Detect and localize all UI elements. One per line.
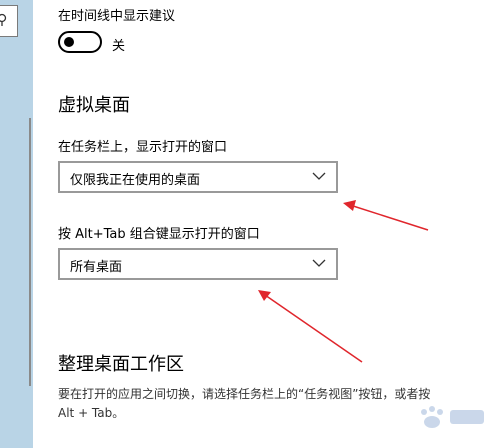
annotation-arrow-alttab: [258, 290, 363, 363]
arrange-desktop-heading: 整理桌面工作区: [58, 354, 184, 375]
toggle-state-label: 关: [112, 39, 126, 54]
timeline-suggestions-toggle[interactable]: [58, 31, 102, 53]
alttab-windows-label: 按 Alt+Tab 组合键显示打开的窗口: [58, 227, 260, 242]
alttab-windows-value: 所有桌面: [70, 260, 123, 275]
taskbar-windows-value: 仅限我正在使用的桌面: [70, 173, 201, 188]
arrange-description-line2: Alt + Tab。: [58, 406, 125, 420]
virtual-desktops-heading: 虚拟桌面: [58, 95, 130, 116]
taskbar-windows-label: 在任务栏上，显示打开的窗口: [58, 140, 228, 155]
annotation-arrow-taskbar: [343, 200, 429, 231]
timeline-suggestions-label: 在时间线中显示建议: [58, 9, 176, 24]
settings-page: 在时间线中显示建议 关 虚拟桌面 在任务栏上，显示打开的窗口 仅限我正在使用的桌…: [0, 0, 497, 448]
chevron-down-icon: [312, 259, 326, 267]
search-box[interactable]: [0, 5, 18, 37]
taskbar-windows-dropdown[interactable]: 仅限我正在使用的桌面: [58, 161, 338, 193]
chevron-down-icon: [312, 172, 326, 180]
toggle-knob: [64, 37, 74, 47]
watermark-logo: [421, 406, 484, 428]
nav-scrollbar[interactable]: [29, 118, 31, 386]
alttab-windows-dropdown[interactable]: 所有桌面: [58, 248, 338, 280]
arrange-description-line1: 要在打开的应用之间切换，请选择任务栏上的“任务视图”按钮，或者按: [58, 387, 431, 401]
navigation-pane: [0, 0, 33, 448]
search-icon: [0, 13, 7, 26]
